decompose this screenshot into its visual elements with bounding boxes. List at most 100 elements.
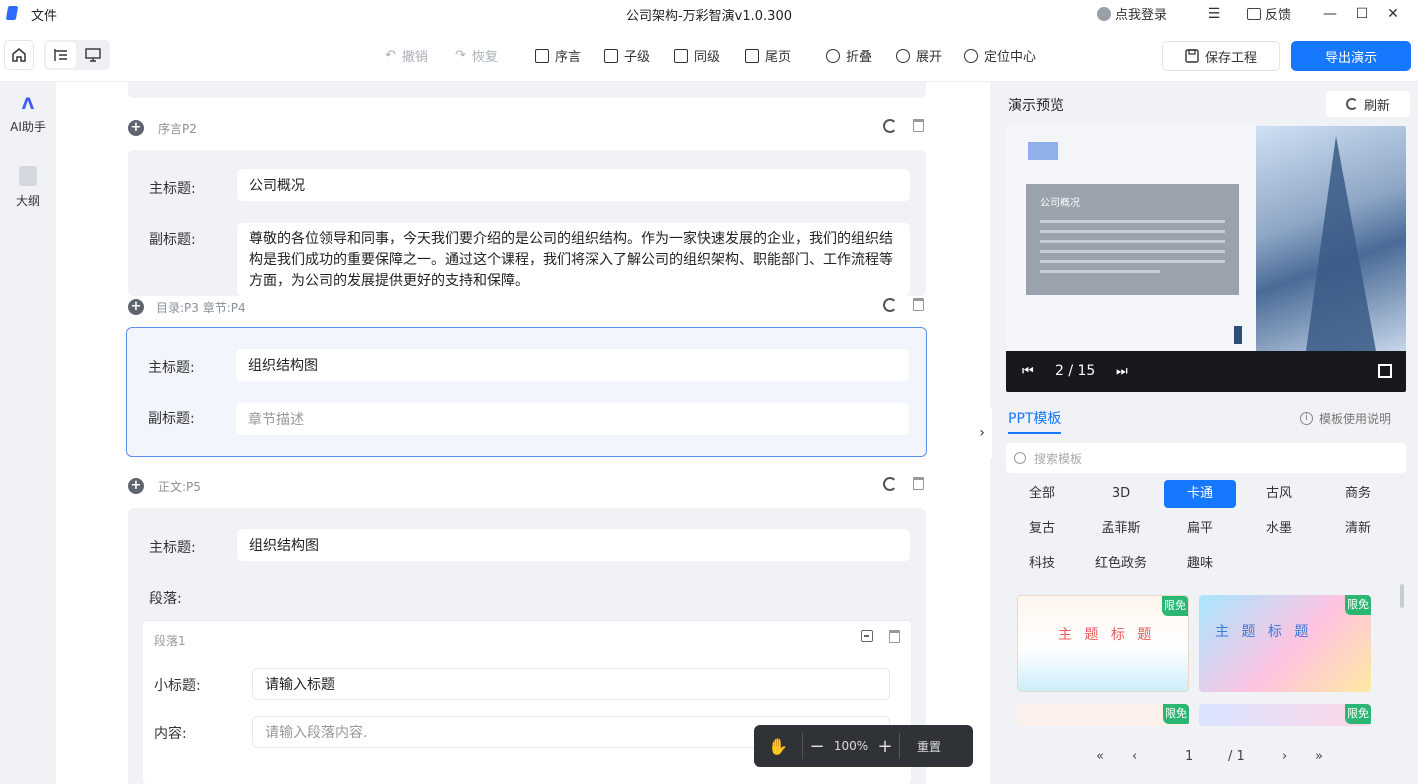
main-title-field[interactable]: 组织结构图 bbox=[236, 349, 909, 381]
category-chip[interactable]: 孟菲斯 bbox=[1085, 515, 1157, 543]
template-thumbnail[interactable]: 限免 bbox=[1017, 704, 1189, 726]
slide-decoration bbox=[1234, 326, 1242, 344]
add-icon[interactable]: + bbox=[128, 120, 144, 136]
locate-center-label: 定位中心 bbox=[984, 50, 1037, 65]
redo-label: 恢复 bbox=[471, 50, 498, 65]
sibling-label: 同级 bbox=[694, 50, 721, 65]
template-thumbnail[interactable]: 主 题 标 题 限免 bbox=[1199, 595, 1371, 692]
regenerate-icon[interactable] bbox=[883, 298, 897, 312]
maximize-icon[interactable]: ☐ bbox=[1350, 3, 1374, 25]
sibling-button[interactable]: 同级 bbox=[674, 46, 720, 65]
preview-title: 演示预览 bbox=[1008, 98, 1064, 114]
collapse-paragraph-icon[interactable] bbox=[861, 630, 873, 642]
ppt-template-tab[interactable]: PPT模板 bbox=[1008, 408, 1062, 434]
home-button[interactable] bbox=[4, 40, 34, 70]
preface-button[interactable]: 序言 bbox=[535, 46, 581, 65]
template-search-input[interactable]: 搜索模板 bbox=[1006, 443, 1406, 473]
info-icon: i bbox=[1300, 412, 1313, 425]
regenerate-icon[interactable] bbox=[883, 477, 897, 491]
minimize-icon[interactable]: — bbox=[1318, 3, 1342, 25]
hamburger-menu-icon[interactable]: ☰ bbox=[1202, 3, 1226, 25]
undo-label: 撤销 bbox=[401, 50, 428, 65]
redo-button[interactable]: ↷ 恢复 bbox=[455, 46, 498, 65]
category-chip-selected[interactable]: 卡通 bbox=[1164, 480, 1236, 508]
presentation-view-icon[interactable] bbox=[78, 42, 108, 68]
category-chip[interactable]: 红色政务 bbox=[1085, 550, 1157, 578]
delete-icon[interactable] bbox=[913, 477, 924, 490]
next-page-icon[interactable]: › bbox=[1282, 749, 1287, 764]
delete-paragraph-icon[interactable] bbox=[889, 630, 900, 643]
subtitle-field[interactable]: 尊敬的各位领导和同事，今天我们要介绍的是公司的组织结构。作为一家快速发展的企业，… bbox=[237, 223, 910, 296]
ai-assistant-tab[interactable]: Λ AI助手 bbox=[0, 96, 56, 135]
close-icon[interactable]: ✕ bbox=[1381, 3, 1405, 25]
category-chip[interactable]: 古风 bbox=[1243, 480, 1315, 508]
hand-icon[interactable]: ✋ bbox=[754, 737, 802, 756]
paragraph-title: 段落1 bbox=[154, 634, 186, 648]
category-chip[interactable]: 科技 bbox=[1006, 550, 1078, 578]
template-thumbnail[interactable]: 限免 bbox=[1199, 704, 1371, 726]
preface-label: 序言 bbox=[555, 50, 582, 65]
feedback-button[interactable]: 反馈 bbox=[1247, 4, 1291, 23]
expand-button[interactable]: 展开 bbox=[896, 46, 942, 65]
child-button[interactable]: 子级 bbox=[604, 46, 650, 65]
collapse-label: 折叠 bbox=[846, 50, 873, 65]
file-menu[interactable]: 文件 bbox=[31, 5, 57, 24]
add-icon[interactable]: + bbox=[128, 478, 144, 494]
zoom-out-icon[interactable]: − bbox=[803, 736, 831, 757]
template-help-label: 模板使用说明 bbox=[1319, 412, 1392, 426]
delete-icon[interactable] bbox=[913, 298, 924, 311]
child-icon bbox=[604, 48, 618, 63]
zoom-in-icon[interactable]: + bbox=[871, 736, 899, 757]
category-chip[interactable]: 商务 bbox=[1322, 480, 1394, 508]
template-thumbnail[interactable]: 主 题 标 题 限免 bbox=[1017, 595, 1189, 692]
template-help-link[interactable]: i 模板使用说明 bbox=[1300, 410, 1391, 427]
main-title-field[interactable]: 组织结构图 bbox=[237, 529, 910, 561]
free-badge: 限免 bbox=[1163, 704, 1189, 724]
prev-page-icon[interactable]: ‹ bbox=[1132, 749, 1137, 764]
preface-icon bbox=[535, 48, 549, 63]
login-label: 点我登录 bbox=[1115, 8, 1168, 23]
playback-controls: ⏮ 2 / 15 ⏭ bbox=[1006, 351, 1406, 392]
template-scrollbar[interactable] bbox=[1400, 584, 1404, 608]
left-rail: Λ AI助手 大纲 bbox=[0, 82, 56, 784]
slide-text-line bbox=[1040, 270, 1160, 273]
subtitle-field[interactable]: 章节描述 bbox=[236, 403, 909, 435]
category-chip[interactable]: 3D bbox=[1085, 480, 1157, 508]
category-chip[interactable]: 全部 bbox=[1006, 480, 1078, 508]
fullscreen-icon[interactable] bbox=[1378, 364, 1392, 378]
ending-button[interactable]: 尾页 bbox=[745, 46, 791, 65]
feedback-label: 反馈 bbox=[1265, 8, 1292, 23]
document-icon bbox=[19, 166, 37, 186]
paragraph-subtitle-field[interactable]: 请输入标题 bbox=[252, 668, 890, 700]
add-icon[interactable]: + bbox=[128, 299, 144, 315]
building-image bbox=[1306, 136, 1376, 351]
refresh-button[interactable]: 刷新 bbox=[1326, 91, 1410, 117]
last-page-icon[interactable]: » bbox=[1315, 749, 1323, 764]
category-chip[interactable]: 复古 bbox=[1006, 515, 1078, 543]
search-icon bbox=[1014, 452, 1026, 464]
outline-view-icon[interactable] bbox=[46, 42, 76, 68]
category-chip[interactable]: 水墨 bbox=[1243, 515, 1315, 543]
save-project-button[interactable]: 保存工程 bbox=[1162, 41, 1280, 71]
undo-button[interactable]: ↶ 撤销 bbox=[385, 46, 428, 65]
save-project-label: 保存工程 bbox=[1204, 50, 1257, 66]
first-page-icon[interactable]: « bbox=[1096, 749, 1104, 764]
category-chip[interactable]: 趣味 bbox=[1164, 550, 1236, 578]
collapse-button[interactable]: 折叠 bbox=[826, 46, 872, 65]
category-chip[interactable]: 扁平 bbox=[1164, 515, 1236, 543]
export-presentation-button[interactable]: 导出演示 bbox=[1291, 41, 1411, 71]
locate-center-button[interactable]: 定位中心 bbox=[964, 46, 1036, 65]
category-chip[interactable]: 清新 bbox=[1322, 515, 1394, 543]
main-title-label: 主标题: bbox=[148, 360, 195, 376]
previous-slide-icon[interactable]: ⏮ bbox=[1022, 364, 1034, 379]
next-slide-icon[interactable]: ⏭ bbox=[1116, 364, 1128, 379]
zoom-reset-button[interactable]: 重置 bbox=[900, 738, 958, 755]
main-title-field[interactable]: 公司概况 bbox=[237, 169, 910, 201]
delete-icon[interactable] bbox=[913, 119, 924, 132]
regenerate-icon[interactable] bbox=[883, 119, 897, 133]
collapse-panel-icon[interactable]: › bbox=[972, 408, 992, 458]
login-button[interactable]: 点我登录 bbox=[1097, 4, 1167, 23]
current-page[interactable]: 1 bbox=[1185, 749, 1193, 764]
section-label: 序言P2 bbox=[158, 121, 197, 136]
outline-tab[interactable]: 大纲 bbox=[0, 166, 56, 209]
